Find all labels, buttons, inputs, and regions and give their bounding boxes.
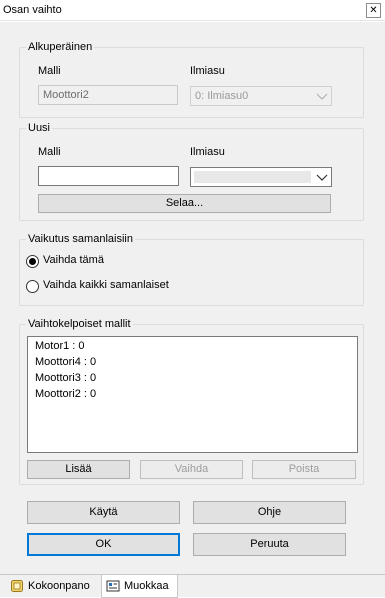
- tab-bar: Kokoonpano Muokkaa: [0, 574, 385, 598]
- close-icon: ✕: [369, 5, 378, 16]
- window-title: Osan vaihto: [3, 4, 62, 16]
- radio-selected-dot: [29, 258, 36, 265]
- original-legend: Alkuperäinen: [26, 41, 95, 53]
- new-display-select[interactable]: [190, 167, 332, 187]
- chevron-down-icon: [316, 93, 328, 100]
- replace-button[interactable]: Vaihda: [140, 460, 243, 479]
- effect-group: Vaikutus samanlaisiin: [19, 233, 364, 306]
- original-display-select: 0: Ilmiasu0: [190, 86, 332, 106]
- radio-replace-all-label: Vaihda kaikki samanlaiset: [43, 279, 169, 291]
- list-item[interactable]: Moottori2 : 0: [35, 387, 357, 403]
- tab-assembly[interactable]: Kokoonpano: [6, 575, 95, 598]
- tab-edit[interactable]: Muokkaa: [101, 575, 178, 598]
- chevron-down-icon: [316, 174, 328, 181]
- radio-button[interactable]: [26, 255, 39, 268]
- ok-button[interactable]: OK: [27, 533, 180, 556]
- radio-replace-this-label: Vaihda tämä: [43, 254, 104, 266]
- add-button[interactable]: Lisää: [27, 460, 130, 479]
- original-model-label: Malli: [38, 65, 61, 77]
- alternatives-legend: Vaihtokelpoiset mallit: [26, 318, 133, 330]
- browse-button[interactable]: Selaa...: [38, 194, 331, 213]
- new-model-label: Malli: [38, 146, 61, 158]
- dialog-body: Alkuperäinen Malli Ilmiasu Moottori2 0: …: [0, 22, 385, 574]
- list-item[interactable]: Moottori4 : 0: [35, 355, 357, 371]
- assembly-icon: [11, 580, 23, 592]
- tab-assembly-label: Kokoonpano: [28, 580, 90, 592]
- original-group: Alkuperäinen Malli Ilmiasu Moottori2 0: …: [19, 41, 364, 118]
- new-display-value: [194, 171, 311, 183]
- alternatives-list[interactable]: Motor1 : 0 Moottori4 : 0 Moottori3 : 0 M…: [27, 336, 358, 453]
- cancel-button[interactable]: Peruuta: [193, 533, 346, 556]
- close-button[interactable]: ✕: [366, 3, 381, 18]
- new-legend: Uusi: [26, 122, 53, 134]
- effect-legend: Vaikutus samanlaisiin: [26, 233, 135, 245]
- list-item[interactable]: Moottori3 : 0: [35, 371, 357, 387]
- new-group: Uusi Malli Ilmiasu Selaa...: [19, 122, 364, 221]
- title-bar: Osan vaihto ✕: [0, 0, 385, 21]
- alternatives-group: Vaihtokelpoiset mallit Motor1 : 0 Mootto…: [19, 318, 364, 485]
- original-display-value: 0: Ilmiasu0: [195, 90, 249, 102]
- original-model-field: Moottori2: [38, 85, 178, 105]
- tab-edit-label: Muokkaa: [124, 580, 169, 592]
- new-display-label: Ilmiasu: [190, 146, 225, 158]
- new-model-input[interactable]: [38, 166, 179, 186]
- list-item[interactable]: Motor1 : 0: [35, 339, 357, 355]
- edit-icon: [106, 580, 120, 592]
- remove-button[interactable]: Poista: [252, 460, 356, 479]
- original-display-label: Ilmiasu: [190, 65, 225, 77]
- radio-button[interactable]: [26, 280, 39, 293]
- apply-button[interactable]: Käytä: [27, 501, 180, 524]
- help-button[interactable]: Ohje: [193, 501, 346, 524]
